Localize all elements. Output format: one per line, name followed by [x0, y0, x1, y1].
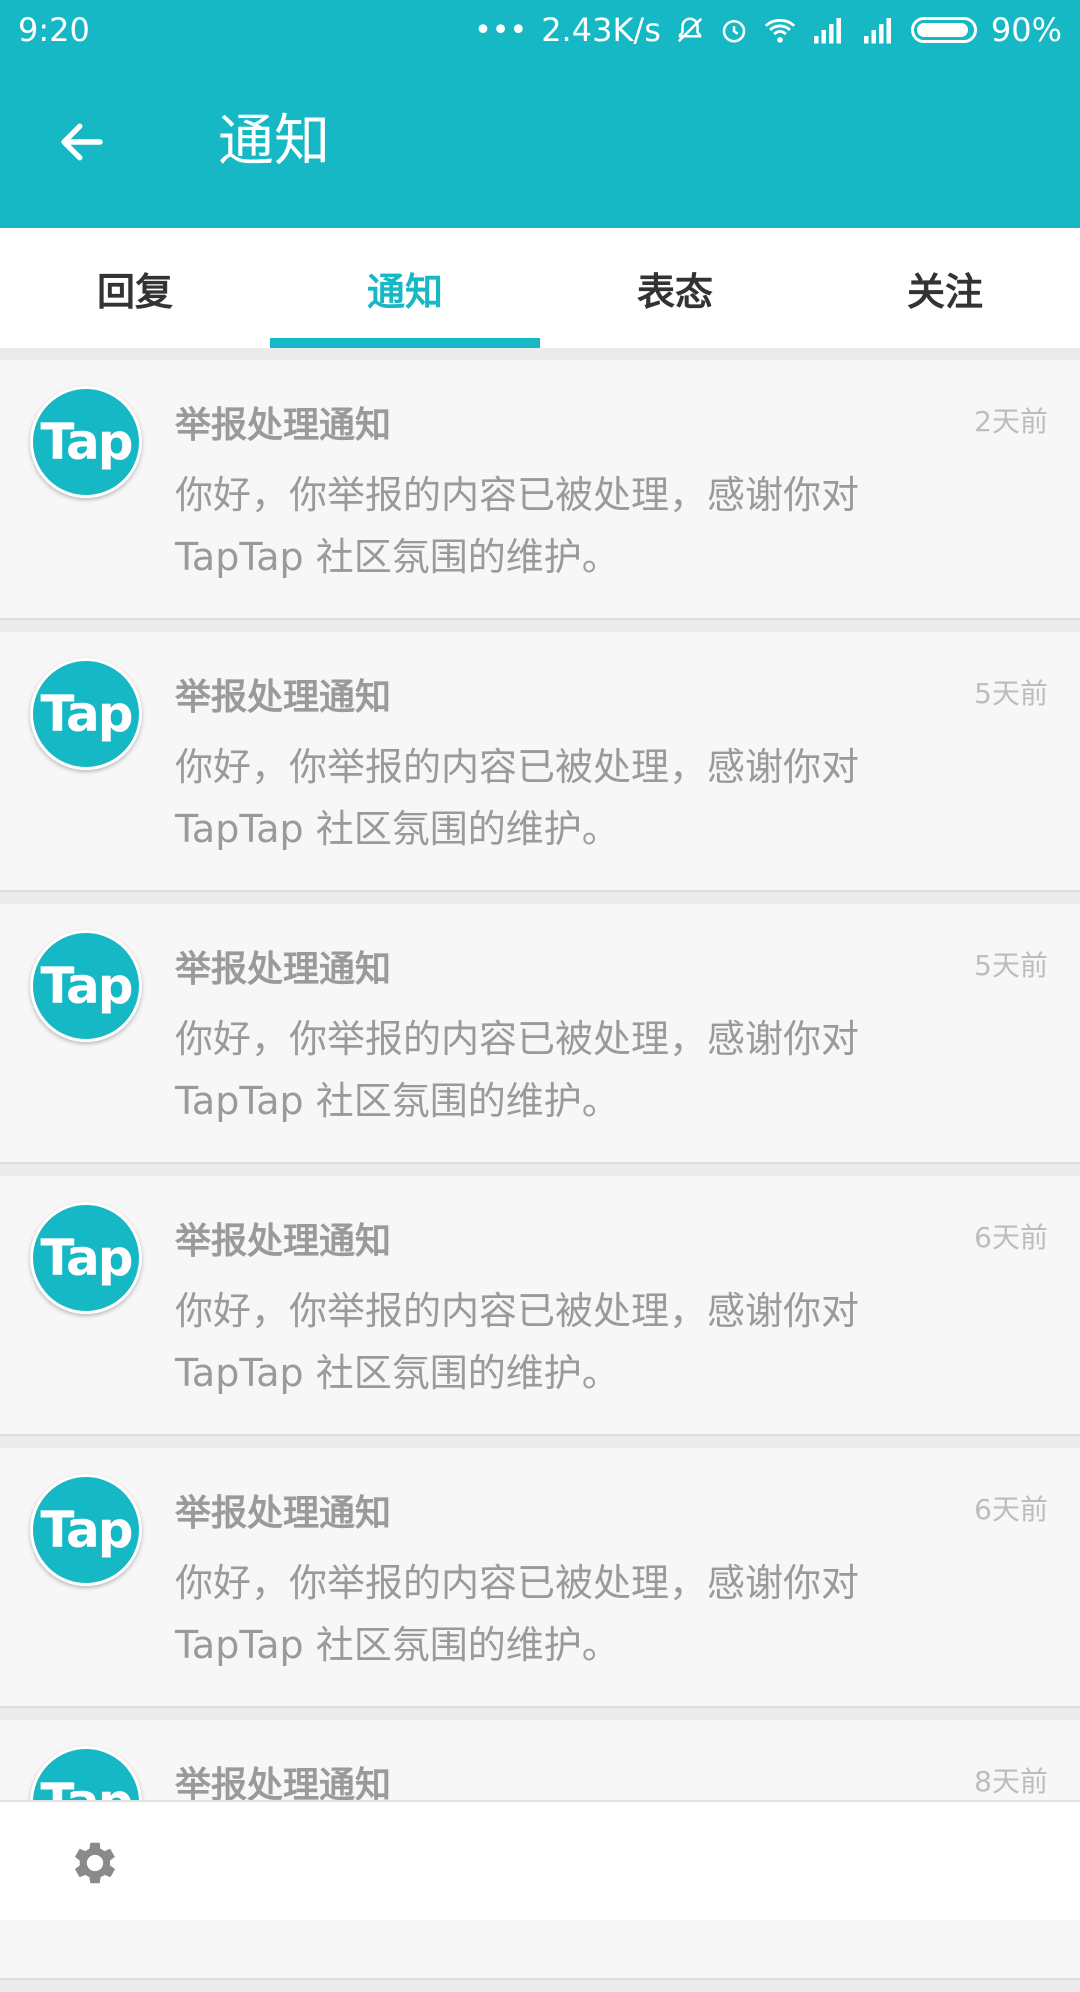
notification-time: 2天前 [974, 405, 1048, 438]
list-item[interactable]: Tap 举报处理通知 5天前 你好，你举报的内容已被处理，感谢你对 TapTap… [0, 632, 1080, 892]
more-dots-icon: ••• [474, 12, 528, 48]
tab-replies[interactable]: 回复 [0, 228, 270, 348]
tab-follows[interactable]: 关注 [810, 228, 1080, 348]
notification-body: 你好，你举报的内容已被处理，感谢你对 TapTap 社区氛围的维护。 [175, 1008, 935, 1132]
notification-time: 6天前 [974, 1221, 1048, 1254]
notification-body-line: 你好，你举报的内容已被处理，感谢你对 [175, 1561, 860, 1605]
tab-notifications[interactable]: 通知 [270, 228, 540, 348]
list-item[interactable]: Tap 举报处理通知 2天前 你好，你举报的内容已被处理，感谢你对 TapTap… [0, 360, 1080, 620]
notification-time: 5天前 [974, 677, 1048, 710]
notification-body-line: 你好，你举报的内容已被处理，感谢你对 [175, 473, 860, 517]
notification-body: 你好，你举报的内容已被处理，感谢你对 TapTap 社区氛围的维护。 [175, 736, 935, 860]
notification-time: 8天前 [974, 1765, 1048, 1798]
notification-body: 你好，你举报的内容已被处理，感谢你对 TapTap 社区氛围的维护。 [175, 1552, 935, 1676]
signal-icon [811, 15, 847, 45]
notification-title: 举报处理通知 [175, 949, 392, 990]
alarm-icon [719, 15, 749, 45]
notification-title: 举报处理通知 [175, 405, 392, 446]
wifi-icon [763, 15, 797, 45]
notification-body: 你好，你举报的内容已被处理，感谢你对 TapTap 社区氛围的维护。 [175, 464, 935, 588]
status-time: 9:20 [18, 11, 90, 49]
network-speed: 2.43K/s [541, 11, 661, 49]
notification-body-line: 你好，你举报的内容已被处理，感谢你对 [175, 1017, 860, 1061]
notification-time: 6天前 [974, 1493, 1048, 1526]
notification-body: 你好，你举报的内容已被处理，感谢你对 TapTap 社区氛围的维护。 [175, 1280, 935, 1404]
back-button[interactable] [40, 100, 124, 184]
notification-list: Tap 举报处理通知 2天前 你好，你举报的内容已被处理，感谢你对 TapTap… [0, 360, 1080, 1992]
battery-percent: 90% [990, 11, 1062, 49]
notification-body-line: TapTap 社区氛围的维护。 [175, 1079, 620, 1123]
notification-body-line: TapTap 社区氛围的维护。 [175, 807, 620, 851]
bottom-bar [0, 1800, 1080, 1920]
arrow-left-icon [61, 123, 103, 161]
list-item[interactable]: Tap 举报处理通知 6天前 你好，你举报的内容已被处理，感谢你对 TapTap… [0, 1448, 1080, 1708]
status-bar: 9:20 ••• 2.43K/s 90% [0, 0, 1080, 60]
gear-icon [74, 1842, 116, 1884]
mute-icon [675, 15, 705, 45]
battery-icon [910, 17, 977, 43]
taptap-avatar: Tap [30, 1202, 142, 1314]
notification-title: 举报处理通知 [175, 1221, 392, 1262]
status-icons: ••• 2.43K/s 90% [474, 11, 1062, 49]
notification-time: 5天前 [974, 949, 1048, 982]
taptap-avatar: Tap [30, 930, 142, 1042]
tab-bar: 回复 通知 表态 关注 [0, 228, 1080, 348]
notification-body-line: 你好，你举报的内容已被处理，感谢你对 [175, 1289, 860, 1333]
notification-body-line: 你好，你举报的内容已被处理，感谢你对 [175, 745, 860, 789]
signal-icon-2 [861, 15, 897, 45]
notification-title: 举报处理通知 [175, 1493, 392, 1534]
notification-title: 举报处理通知 [175, 677, 392, 718]
taptap-avatar: Tap [30, 658, 142, 770]
notification-body-line: TapTap 社区氛围的维护。 [175, 1623, 620, 1667]
list-item[interactable]: Tap 举报处理通知 5天前 你好，你举报的内容已被处理，感谢你对 TapTap… [0, 904, 1080, 1164]
taptap-avatar: Tap [30, 1474, 142, 1586]
app-bar: 通知 [0, 60, 1080, 228]
notification-body-line: TapTap 社区氛围的维护。 [175, 1351, 620, 1395]
tab-reactions[interactable]: 表态 [540, 228, 810, 348]
settings-button[interactable] [60, 1828, 130, 1898]
page-title: 通知 [218, 109, 330, 174]
list-item[interactable]: Tap 举报处理通知 6天前 你好，你举报的内容已被处理，感谢你对 TapTap… [0, 1176, 1080, 1436]
notification-body-line: TapTap 社区氛围的维护。 [175, 535, 620, 579]
taptap-avatar: Tap [30, 386, 142, 498]
